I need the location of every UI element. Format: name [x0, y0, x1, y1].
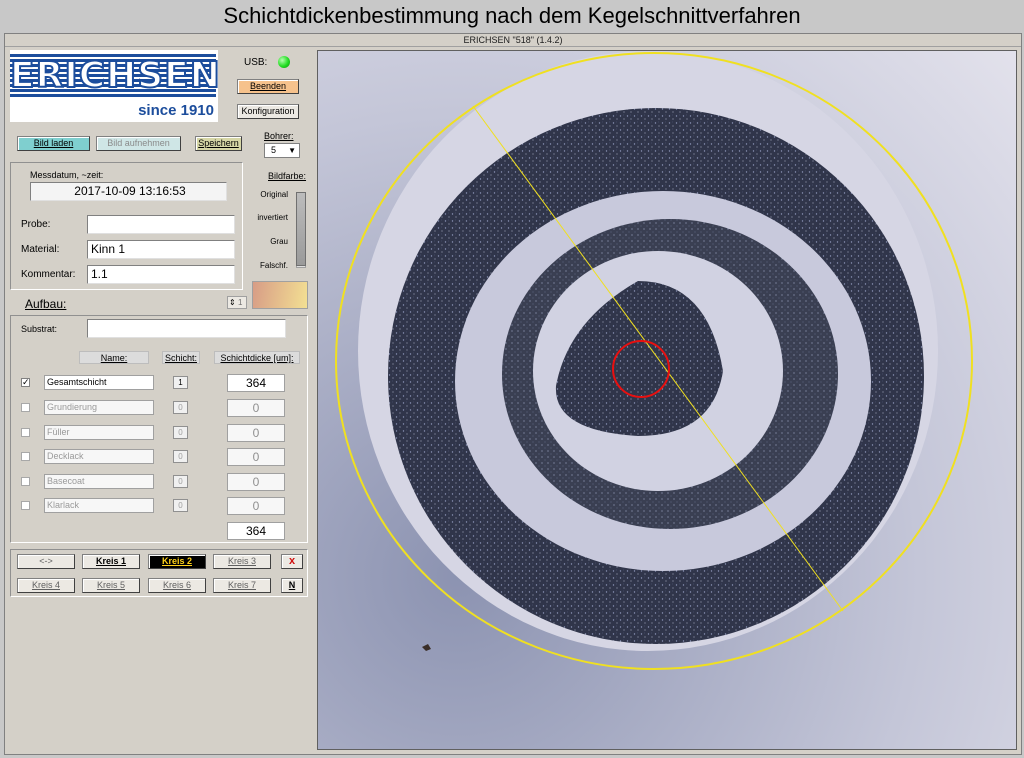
layer-thickness-field: 0 — [227, 473, 285, 491]
window-title: ERICHSEN "518" (1.4.2) — [5, 34, 1021, 47]
layer-schicht-value[interactable]: 1 — [173, 376, 188, 389]
col-schicht-header: Schicht: — [162, 351, 200, 364]
bildfarbe-slider-thumb[interactable] — [296, 192, 306, 266]
layer-thickness-field: 0 — [227, 448, 285, 466]
substrat-label: Substrat: — [21, 324, 58, 334]
layer-checkbox[interactable] — [21, 477, 30, 486]
logo-brand-text: ERICHSEN — [9, 55, 221, 97]
usb-label: USB: — [244, 57, 268, 68]
microscope-image — [318, 51, 1016, 749]
layer-name-field[interactable]: Grundierung — [44, 400, 154, 415]
layer-schicht-value[interactable]: 0 — [173, 401, 188, 414]
bild-aufnehmen-button[interactable]: Bild aufnehmen — [96, 136, 181, 151]
layer-thickness-field: 364 — [227, 374, 285, 392]
swap-arrows-button[interactable]: <-> — [17, 554, 75, 569]
chevron-down-icon: ▼ — [288, 146, 296, 155]
bild-laden-button[interactable]: Bild laden — [17, 136, 90, 151]
aufbau-spin-value: 1 — [238, 298, 243, 307]
substrat-field[interactable] — [87, 319, 286, 338]
bildfarbe-label: Bildfarbe: — [268, 171, 307, 181]
layer-checkbox[interactable] — [21, 501, 30, 510]
beenden-button[interactable]: Beenden — [237, 79, 299, 94]
kommentar-label: Kommentar: — [21, 269, 76, 280]
layer-checkbox[interactable] — [21, 403, 30, 412]
layer-thickness-field: 0 — [227, 497, 285, 515]
aufbau-label: Aufbau: — [25, 297, 67, 311]
material-label: Material: — [21, 244, 60, 255]
page-title: Schichtdickenbestimmung nach dem Kegelsc… — [223, 3, 801, 28]
kreis-4-button[interactable]: Kreis 4 — [17, 578, 75, 593]
kreis-7-button[interactable]: Kreis 7 — [213, 578, 271, 593]
messdatum-label: Messdatum, ~zeit: — [30, 170, 104, 180]
check-icon: ✓ — [22, 377, 30, 387]
bildfarbe-option-invertiert[interactable]: invertiert — [238, 213, 288, 223]
color-preview-swatch — [252, 281, 308, 309]
bildfarbe-option-falschf[interactable]: Falschf. — [238, 261, 288, 271]
layer-name-field[interactable]: Füller — [44, 425, 154, 440]
layer-name-field[interactable]: Decklack — [44, 449, 154, 464]
layer-checkbox[interactable] — [21, 452, 30, 461]
layer-checkbox[interactable]: ✓ — [21, 378, 30, 387]
microscope-image-viewer[interactable] — [317, 50, 1017, 750]
bohrer-label: Bohrer: — [264, 131, 294, 141]
delete-kreis-button[interactable]: x — [281, 554, 303, 569]
logo-tagline: since 1910 — [138, 102, 214, 119]
bohrer-select[interactable]: 5 ▼ — [264, 143, 300, 158]
layer-checkbox[interactable] — [21, 428, 30, 437]
new-kreis-button[interactable]: N — [281, 578, 303, 593]
probe-label: Probe: — [21, 219, 51, 230]
kommentar-field[interactable]: 1.1 — [87, 265, 235, 284]
messdatum-field: 2017-10-09 13:16:53 — [30, 182, 227, 201]
bildfarbe-option-grau[interactable]: Grau — [238, 237, 288, 247]
layer-thickness-field: 0 — [227, 424, 285, 442]
layer-schicht-value[interactable]: 0 — [173, 426, 188, 439]
layer-schicht-value[interactable]: 0 — [173, 475, 188, 488]
layer-name-field[interactable]: Gesamtschicht — [44, 375, 154, 390]
probe-field[interactable] — [87, 215, 235, 234]
konfiguration-button[interactable]: Konfiguration — [237, 104, 299, 119]
usb-status-icon — [278, 56, 290, 68]
layer-name-field[interactable]: Klarlack — [44, 498, 154, 513]
layer-schicht-value[interactable]: 0 — [173, 499, 188, 512]
material-field[interactable]: Kinn 1 — [87, 240, 235, 259]
total-thickness-field: 364 — [227, 522, 285, 540]
aufbau-spinner[interactable]: ⇕ 1 — [227, 296, 247, 309]
spinner-arrows-icon[interactable]: ⇕ — [229, 297, 236, 308]
kreis-5-button[interactable]: Kreis 5 — [82, 578, 140, 593]
col-name-header: Name: — [79, 351, 149, 364]
kreis-2-button[interactable]: Kreis 2 — [148, 554, 206, 569]
layer-schicht-value[interactable]: 0 — [173, 450, 188, 463]
bohrer-value: 5 — [271, 145, 277, 155]
erichsen-logo: ERICHSEN since 1910 — [9, 50, 221, 122]
kreis-6-button[interactable]: Kreis 6 — [148, 578, 206, 593]
col-dicke-header: Schichtdicke [um]: — [214, 351, 300, 364]
kreis-1-button[interactable]: Kreis 1 — [82, 554, 140, 569]
speichern-button[interactable]: Speichern — [195, 136, 242, 151]
kreis-3-button[interactable]: Kreis 3 — [213, 554, 271, 569]
layer-thickness-field: 0 — [227, 399, 285, 417]
layer-name-field[interactable]: Basecoat — [44, 474, 154, 489]
bildfarbe-option-original[interactable]: Original — [238, 190, 288, 200]
